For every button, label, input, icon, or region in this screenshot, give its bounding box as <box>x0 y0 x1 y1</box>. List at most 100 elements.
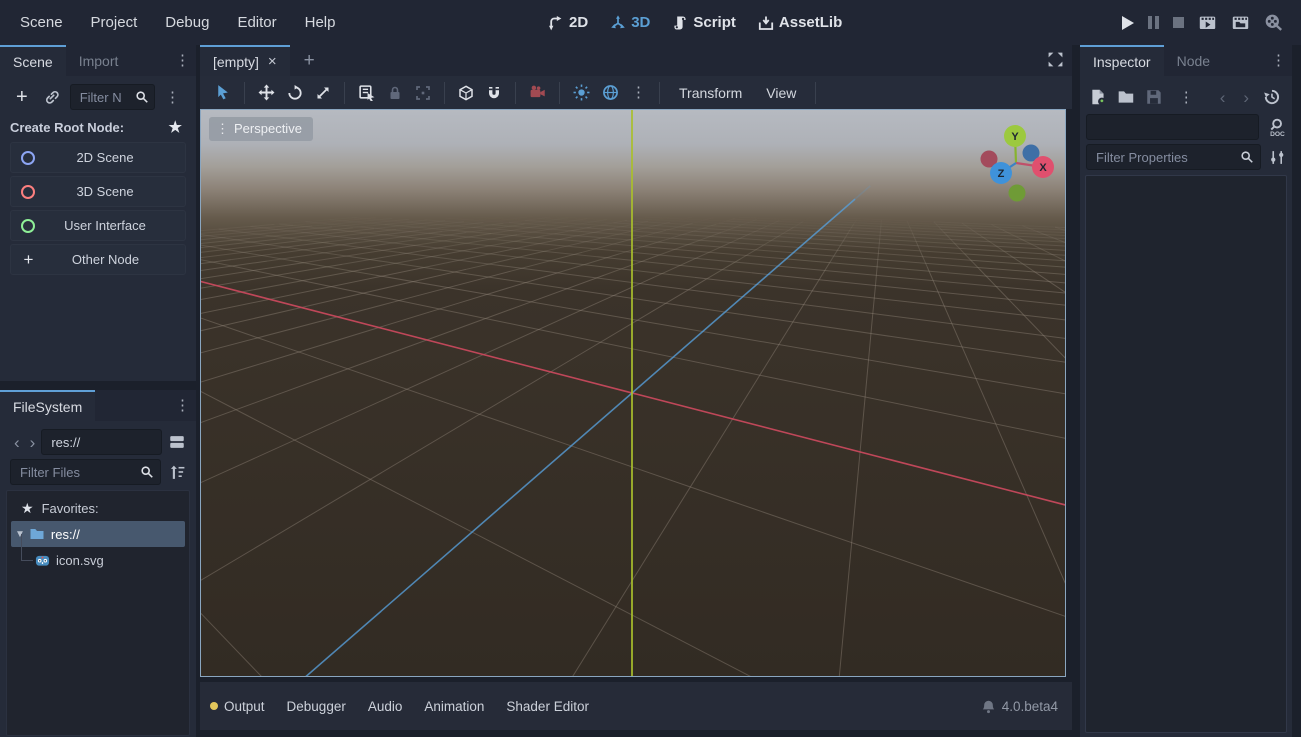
tab-filesystem[interactable]: FileSystem <box>0 390 95 421</box>
sort-files-button[interactable] <box>169 464 186 481</box>
load-resource-button[interactable] <box>1117 88 1135 106</box>
object-search-input[interactable] <box>1094 119 1251 136</box>
transform-menu[interactable]: Transform <box>667 85 754 101</box>
add-node-button[interactable]: + <box>10 87 34 107</box>
mode-3d-button[interactable]: 3D <box>610 14 650 31</box>
tab-inspector[interactable]: Inspector <box>1080 45 1164 76</box>
play-custom-scene-button[interactable] <box>1231 13 1250 32</box>
create-user-interface-button[interactable]: User Interface <box>10 210 186 241</box>
viewport-menu-dots-icon: ⋮ <box>216 122 229 135</box>
3d-viewport[interactable]: ⋮ Perspective Y X Z <box>200 109 1066 677</box>
distraction-free-button[interactable] <box>1047 51 1064 68</box>
toggle-split-mode-button[interactable] <box>168 433 186 451</box>
open-docs-search-button[interactable] <box>1267 118 1286 137</box>
folder-icon <box>29 526 45 542</box>
path-input[interactable] <box>49 434 154 451</box>
group-selected-button[interactable] <box>409 76 437 109</box>
scale-tool-button[interactable] <box>309 76 337 109</box>
notification-bell-icon[interactable] <box>981 699 996 714</box>
scene-tree-options-icon[interactable]: ⋮ <box>159 90 186 105</box>
axis-gizmo[interactable]: Y X Z <box>966 113 1066 213</box>
tab-node[interactable]: Node <box>1164 45 1223 76</box>
history-forward-button[interactable]: › <box>1239 89 1253 106</box>
filter-properties-field[interactable] <box>1086 144 1261 170</box>
tree-row-icon-svg[interactable]: icon.svg <box>7 547 189 573</box>
create-2d-scene-button[interactable]: 2D Scene <box>10 142 186 173</box>
collapse-arrow-icon[interactable]: ▼ <box>15 529 25 540</box>
world-environment-button[interactable] <box>596 76 625 109</box>
create-2d-scene-label: 2D Scene <box>35 150 175 165</box>
magnet-snap-icon <box>486 85 502 101</box>
play-scene-button[interactable] <box>1198 13 1217 32</box>
tab-empty-scene[interactable]: [empty] × <box>200 45 290 76</box>
select-tool-button[interactable] <box>208 76 237 109</box>
bottom-tab-shader-editor[interactable]: Shader Editor <box>495 699 600 714</box>
create-other-node-button[interactable]: + Other Node <box>10 244 186 275</box>
nav-back-button[interactable]: ‹ <box>10 434 24 451</box>
play-button[interactable] <box>1122 16 1134 30</box>
create-3d-scene-button[interactable]: 3D Scene <box>10 176 186 207</box>
menu-debug[interactable]: Debug <box>151 14 223 31</box>
menu-editor[interactable]: Editor <box>223 14 290 31</box>
mesh-menu-button[interactable] <box>452 76 480 109</box>
mode-assetlib-button[interactable]: AssetLib <box>758 14 842 31</box>
gizmo-neg-y-ball[interactable] <box>1009 185 1026 202</box>
tab-import[interactable]: Import <box>66 45 132 76</box>
filter-nodes-field[interactable] <box>70 84 155 110</box>
new-scene-tab-button[interactable]: + <box>290 45 329 76</box>
left-dock: Scene Import ⋮ + ⋮ Create Root Node: ★ 2… <box>0 45 196 737</box>
inspector-dock: Inspector Node ⋮ ⋮ ‹ › <box>1080 45 1292 737</box>
mode-script-button[interactable]: Script <box>672 14 736 31</box>
snap-toggle-button[interactable] <box>480 76 508 109</box>
tab-scene[interactable]: Scene <box>0 45 66 76</box>
menu-project[interactable]: Project <box>77 14 152 31</box>
lock-selected-button[interactable] <box>381 76 409 109</box>
scene-dock-menu-icon[interactable]: ⋮ <box>169 53 196 68</box>
bottom-tab-debugger[interactable]: Debugger <box>276 699 357 714</box>
filter-files-input[interactable] <box>18 464 153 481</box>
movie-maker-button[interactable] <box>1264 13 1283 32</box>
mode-script-label: Script <box>693 14 736 31</box>
menu-scene[interactable]: Scene <box>6 14 77 31</box>
instance-scene-button[interactable] <box>44 89 60 105</box>
property-tools-button[interactable] <box>1269 149 1286 166</box>
new-resource-button[interactable] <box>1089 88 1107 106</box>
sun-environment-button[interactable] <box>567 76 596 109</box>
bottom-tab-audio[interactable]: Audio <box>357 699 414 714</box>
edit-history-button[interactable] <box>1263 88 1281 106</box>
group-icon <box>415 85 431 101</box>
history-back-button[interactable]: ‹ <box>1216 89 1230 106</box>
environment-options-icon[interactable]: ⋮ <box>625 85 652 100</box>
pause-button[interactable] <box>1148 16 1159 29</box>
filter-files-field[interactable] <box>10 459 161 485</box>
object-search-field[interactable] <box>1086 114 1259 140</box>
view-menu[interactable]: View <box>754 85 808 101</box>
filter-properties-input[interactable] <box>1094 149 1253 166</box>
tree-row-res[interactable]: ▼ res:// <box>11 521 185 547</box>
camera-icon <box>529 84 546 101</box>
resource-options-icon[interactable]: ⋮ <box>1173 90 1200 105</box>
mode-2d-button[interactable]: 2D <box>548 14 588 31</box>
nav-forward-button[interactable]: › <box>26 434 40 451</box>
list-select-icon <box>358 84 375 101</box>
favorites-star-icon[interactable]: ★ <box>169 118 182 136</box>
godot-file-icon <box>35 553 50 568</box>
bottom-tab-animation[interactable]: Animation <box>413 699 495 714</box>
menu-help[interactable]: Help <box>291 14 350 31</box>
gizmo-z-label: Z <box>998 168 1005 180</box>
inspector-dock-menu-icon[interactable]: ⋮ <box>1265 53 1292 68</box>
move-tool-button[interactable] <box>252 76 281 109</box>
path-field[interactable] <box>41 429 162 455</box>
stop-button[interactable] <box>1173 17 1184 28</box>
close-tab-icon[interactable]: × <box>268 53 277 70</box>
list-select-button[interactable] <box>352 76 381 109</box>
version-label: 4.0.beta4 <box>1002 699 1058 714</box>
perspective-menu-button[interactable]: ⋮ Perspective <box>209 117 313 141</box>
camera-preview-button[interactable] <box>523 76 552 109</box>
save-resource-button[interactable] <box>1145 88 1163 106</box>
favorites-row[interactable]: ★ Favorites: <box>7 495 189 521</box>
bottom-tab-output[interactable]: Output <box>224 699 276 714</box>
rotate-tool-button[interactable] <box>281 76 309 109</box>
inspector-dock-tabs: Inspector Node ⋮ <box>1080 45 1292 76</box>
filesystem-dock-menu-icon[interactable]: ⋮ <box>169 398 196 413</box>
